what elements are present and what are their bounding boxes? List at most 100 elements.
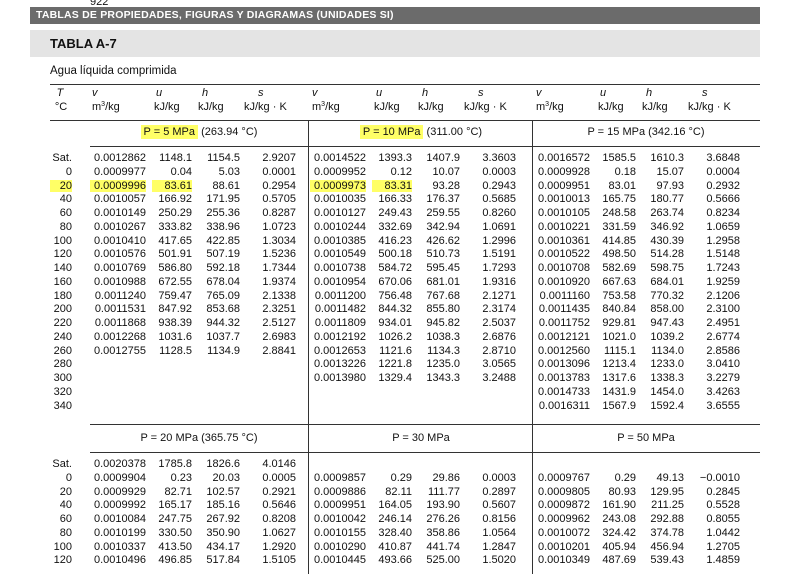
table-cell: 507.19 [206,248,240,261]
temperature-cell: 40 [59,499,72,512]
table-cell: 2.9207 [262,152,296,164]
table-cell: 0.5705 [262,193,296,206]
table-cell: 0.0011240 [94,289,146,302]
table-cell: 0.0013096 [538,358,590,371]
pressure-value: P = 5 MPa [140,125,199,139]
table-cell: 3.6555 [706,399,740,412]
table-cell: 0.0003 [482,165,516,178]
table-cell: 0.5666 [706,193,740,206]
table-cell: 0.0010127 [314,207,366,219]
table-cell: 0.0009977 [94,165,146,178]
table-cell: 422.85 [206,234,240,247]
table-cell: 1221.8 [378,358,412,371]
pressure-value: P = 10 MPa [359,125,424,139]
table-cell: 0.0011531 [94,303,146,316]
table-cell: 0.0011482 [314,303,366,316]
table-cell: 0.0010954 [314,275,366,288]
table-cell: 0.29 [390,471,412,484]
header-rule [50,120,760,121]
header-u-symbol: u [376,87,383,99]
table-cell: 0.0010105 [538,207,590,219]
table-cell: 0.0012121 [538,330,590,343]
table-cell: 938.39 [158,317,192,329]
table-cell: 1393.3 [378,152,412,164]
table-cell: 333.82 [158,220,192,233]
table-cell: 2.6983 [262,330,296,343]
table-cell: 15.07 [656,165,684,178]
table-cell: 855.80 [426,303,460,316]
table-cell: 1026.2 [378,330,412,343]
table-cell: 164.05 [378,499,412,512]
table-cell: 496.85 [158,554,192,567]
table-cell: 80.93 [608,485,636,498]
running-head: TABLAS DE PROPIEDADES, FIGURAS Y DIAGRAM… [30,7,760,24]
table-cell: 0.0010201 [538,540,590,553]
table-cell: 350.90 [206,526,240,539]
table-cell: 510.73 [426,248,460,261]
table-cell: 858.00 [650,303,684,316]
table-cell: 598.75 [650,262,684,274]
table-cell: −0.0010 [699,471,740,484]
table-cell: 670.06 [378,275,412,288]
saturation-temperature: (263.94 °C) [198,126,258,138]
saturation-temperature: (311.00 °C) [423,126,483,138]
table-cell: 1.2958 [706,234,740,247]
table-cell: 1.0659 [706,220,740,233]
pressure-value: P = 50 MPa [617,432,675,444]
table-cell: 0.0009872 [538,499,590,512]
table-cell: 0.0010988 [94,275,146,288]
table-cell: 582.69 [602,262,636,274]
table-cell: 243.08 [602,513,636,525]
table-cell: 500.18 [378,248,412,261]
table-cell: 1.2996 [482,234,516,247]
temperature-cell: 0 [65,471,72,484]
table-cell: 1.5105 [262,554,296,567]
table-title: TABLA A-7 [30,30,760,57]
table-cell: 765.09 [206,289,240,302]
table-cell: 4.0146 [262,458,296,470]
pressure-value: P = 20 MPa [140,432,199,444]
table-cell: 3.2279 [706,372,740,384]
table-cell: 0.0009973 [310,179,366,192]
table-cell: 292.88 [650,513,684,525]
table-cell: 1.9316 [482,275,516,288]
pressure-label: P = 50 MPa [534,432,758,444]
table-cell: 338.96 [206,220,240,233]
table-cell: 88.61 [212,179,240,192]
table-cell: 592.18 [206,262,240,274]
table-cell: 525.00 [426,554,460,567]
table-cell: 0.0011160 [539,289,590,302]
table-cell: 1785.8 [158,458,192,470]
pressure-label: P = 20 MPa (365.75 °C) [90,432,308,444]
table-cell: 211.25 [651,499,684,512]
table-cell: 0.2845 [706,485,740,498]
header-h-symbol: h [202,87,209,99]
table-cell: 0.0009952 [314,165,366,178]
table-cell: 176.37 [426,193,460,206]
header-u-symbol: u [156,87,163,99]
table-cell: 1134.9 [207,344,240,357]
table-cell: 0.0011200 [314,289,366,302]
header-v-symbol: v [312,87,318,99]
temperature-cell: 340 [53,399,72,412]
table-cell: 1.0564 [482,526,516,539]
table-cell: 584.72 [378,262,412,274]
block-divider-1 [308,120,309,574]
table-cell: 171.95 [206,193,240,206]
table-cell: 405.94 [602,540,636,553]
table-cell: 0.0010221 [538,220,590,233]
table-cell: 0.0009929 [94,485,146,498]
table-cell: 0.0010072 [538,526,590,539]
table-cell: 0.0011435 [538,303,590,316]
table-cell: 0.8260 [482,207,516,219]
table-cell: 263.74 [650,207,684,219]
table-cell: 93.28 [432,179,460,192]
table-cell: 0.0014522 [314,152,366,164]
temperature-cell: 60 [59,207,72,219]
table-cell: 0.5646 [262,499,296,512]
temperature-cell: 20 [50,179,72,192]
table-cell: 1.7344 [262,262,296,274]
table-cell: 0.0001 [262,165,296,178]
table-cell: 250.29 [158,207,192,219]
table-cell: 1.2705 [706,540,740,553]
